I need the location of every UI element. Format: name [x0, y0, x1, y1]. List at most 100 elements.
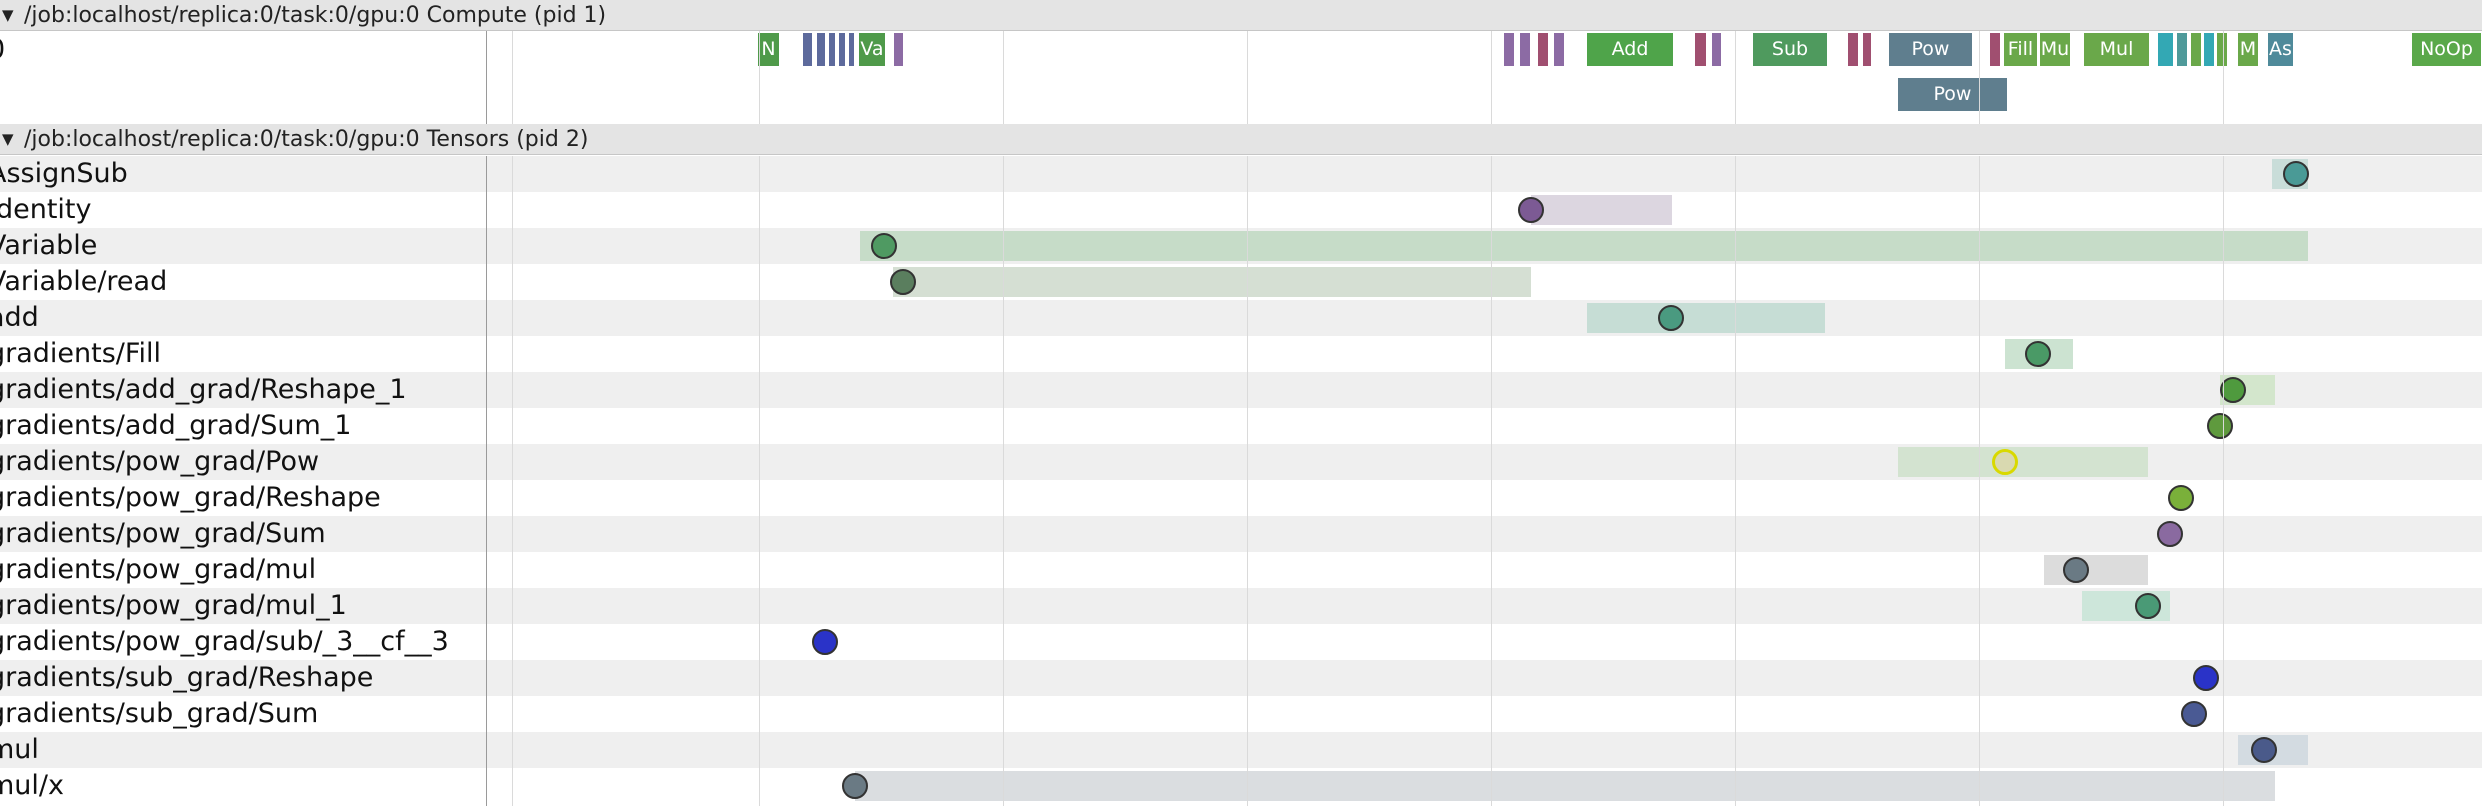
slice[interactable]: N [758, 33, 779, 66]
tensor-row: gradients/pow_grad/mul_1 [0, 588, 2482, 624]
grid-line [1735, 156, 1736, 806]
tensor-lifetime-span[interactable] [2044, 555, 2148, 585]
slice[interactable] [2158, 33, 2173, 66]
tensor-track [487, 768, 2482, 806]
grid-line [512, 156, 513, 806]
slice[interactable]: Mul [2084, 33, 2149, 66]
tensor-row: gradients/sub_grad/Sum [0, 696, 2482, 732]
slice[interactable]: M [2238, 33, 2258, 66]
collapse-triangle-icon[interactable]: ▼ [2, 124, 14, 154]
tensor-snapshot-marker[interactable] [890, 269, 916, 295]
slice[interactable]: Sub [1753, 33, 1827, 66]
slice[interactable]: NoOp [2412, 33, 2481, 66]
grid-line [1003, 156, 1004, 806]
compute-track-row1: N Va Add Sub Pow Fill Mu Mul M As NoOp [487, 31, 2482, 69]
label-track-separator[interactable] [486, 156, 487, 806]
tensor-label: gradients/pow_grad/Sum [0, 518, 326, 549]
slice[interactable] [2217, 33, 2227, 66]
tensor-label: gradients/pow_grad/Reshape [0, 482, 381, 513]
grid-line [759, 156, 760, 806]
tensor-snapshot-marker[interactable] [2135, 593, 2161, 619]
tensor-snapshot-marker[interactable] [1518, 197, 1544, 223]
tensor-label: gradients/add_grad/Reshape_1 [0, 374, 407, 405]
grid-line [2223, 31, 2224, 124]
slice[interactable] [894, 33, 903, 66]
tensor-snapshot-marker[interactable] [2193, 665, 2219, 691]
tensor-snapshot-marker[interactable] [1658, 305, 1684, 331]
slice[interactable] [849, 33, 854, 66]
tensor-row: gradients/Fill [0, 336, 2482, 372]
slice[interactable]: Pow [1898, 78, 2007, 111]
slice[interactable] [829, 33, 835, 66]
slice[interactable] [817, 33, 825, 66]
tensor-lifetime-span[interactable] [1898, 447, 2148, 477]
tensor-snapshot-marker[interactable] [2025, 341, 2051, 367]
slice[interactable] [1504, 33, 1514, 66]
grid-line [1979, 31, 1980, 124]
slice[interactable] [1554, 33, 1564, 66]
tensor-snapshot-marker[interactable] [2168, 485, 2194, 511]
slice[interactable] [1990, 33, 2000, 66]
tensor-snapshot-marker[interactable] [2283, 161, 2309, 187]
slice[interactable] [2191, 33, 2201, 66]
tensor-row: gradients/pow_grad/mul [0, 552, 2482, 588]
tensor-snapshot-marker[interactable] [2207, 413, 2233, 439]
tensor-snapshot-marker[interactable] [812, 629, 838, 655]
tensor-snapshot-marker[interactable] [2251, 737, 2277, 763]
slice[interactable]: Fill [2004, 33, 2037, 66]
compute-process-header[interactable]: ▼ /job:localhost/replica:0/task:0/gpu:0 … [0, 0, 2482, 31]
tensor-row: gradients/pow_grad/Pow [0, 444, 2482, 480]
grid-line [1491, 156, 1492, 806]
slice[interactable]: Add [1587, 33, 1673, 66]
tensor-snapshot-marker[interactable] [2181, 701, 2207, 727]
tensor-row: Variable [0, 228, 2482, 264]
tensor-lifetime-span[interactable] [855, 771, 2275, 801]
tensor-row: gradients/pow_grad/Reshape [0, 480, 2482, 516]
tensors-process-header[interactable]: ▼ /job:localhost/replica:0/task:0/gpu:0 … [0, 124, 2482, 155]
tensor-track [487, 228, 2482, 264]
tensor-snapshot-marker[interactable] [2063, 557, 2089, 583]
slice[interactable] [2177, 33, 2187, 66]
label-track-separator[interactable] [486, 31, 487, 124]
grid-line [759, 31, 760, 124]
tensor-row: gradients/add_grad/Reshape_1 [0, 372, 2482, 408]
tensor-snapshot-marker[interactable] [871, 233, 897, 259]
slice[interactable] [1520, 33, 1530, 66]
slice[interactable] [1848, 33, 1858, 66]
slice[interactable] [1538, 33, 1548, 66]
tensor-row: gradients/sub_grad/Reshape [0, 660, 2482, 696]
tensor-snapshot-marker[interactable] [842, 773, 868, 799]
tensor-label: Identity [0, 194, 92, 225]
tensor-track [487, 336, 2482, 372]
slice[interactable] [803, 33, 812, 66]
grid-line [1003, 31, 1004, 124]
grid-line [512, 31, 513, 124]
tensor-lifetime-span[interactable] [893, 267, 1531, 297]
tensor-label: add [0, 302, 39, 333]
grid-line [1247, 31, 1248, 124]
tensor-label: gradients/add_grad/Sum_1 [0, 410, 352, 441]
tensor-row: mul [0, 732, 2482, 768]
tensor-row: mul/x [0, 768, 2482, 806]
tensor-track [487, 516, 2482, 552]
tensor-snapshot-marker-selected[interactable] [1992, 449, 2018, 475]
tensor-row: gradients/pow_grad/Sum [0, 516, 2482, 552]
slice[interactable]: Va [859, 33, 885, 66]
tensor-label: gradients/pow_grad/sub/_3__cf__3 [0, 626, 449, 657]
tensor-lifetime-span[interactable] [860, 231, 2308, 261]
slice[interactable]: As [2268, 33, 2293, 66]
tensor-label: AssignSub [0, 158, 128, 189]
tensor-lifetime-span[interactable] [1531, 195, 1672, 225]
slice[interactable] [2204, 33, 2214, 66]
slice[interactable]: Pow [1889, 33, 1972, 66]
slice[interactable] [1863, 33, 1871, 66]
slice[interactable] [1712, 33, 1721, 66]
tensor-label: Variable [0, 230, 98, 261]
collapse-triangle-icon[interactable]: ▼ [2, 0, 14, 30]
slice[interactable]: Mu [2040, 33, 2070, 66]
tensor-snapshot-marker[interactable] [2157, 521, 2183, 547]
slice[interactable] [1695, 33, 1706, 66]
tensor-lifetime-span[interactable] [1587, 303, 1825, 333]
grid-line [1979, 156, 1980, 806]
slice[interactable] [839, 33, 845, 66]
